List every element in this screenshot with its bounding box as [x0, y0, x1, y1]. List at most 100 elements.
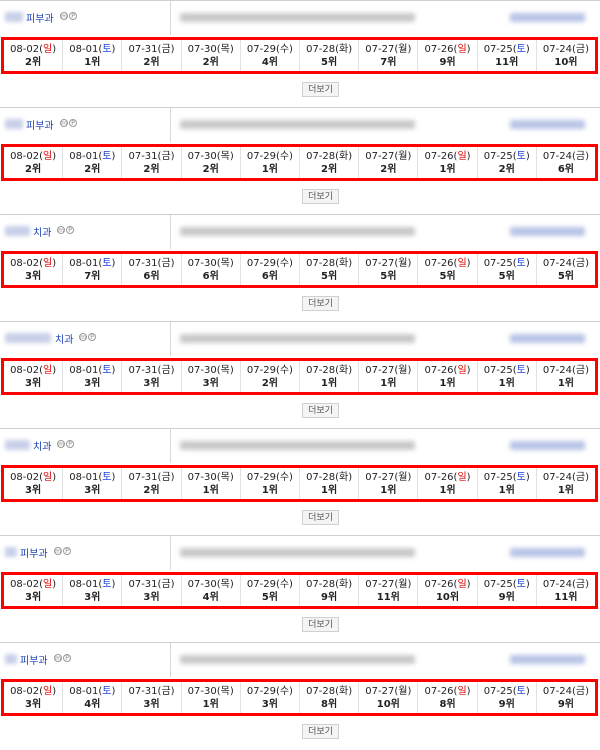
pc-badge-icon: P [66, 226, 74, 234]
more-button[interactable]: 더보기 [302, 510, 339, 525]
day-of-week: 금 [161, 365, 171, 376]
date-md: 07-31 [128, 579, 158, 590]
rank-cell: 07-28(화) 2위 [300, 147, 360, 178]
entry-header: 피부과 m P [0, 1, 600, 35]
rank-cell: 07-27(월) 11위 [359, 575, 419, 606]
rank-date: 07-28(화) [306, 472, 353, 483]
rank-cell: 07-25(토) 11위 [478, 40, 537, 71]
day-of-week: 수 [279, 686, 290, 697]
rank-cell: 07-26(일) 1위 [418, 147, 478, 178]
date-md: 07-26 [424, 365, 454, 376]
rank-date: 08-02(일) [10, 686, 57, 697]
day-of-week: 토 [102, 365, 112, 376]
rank-date: 07-27(월) [365, 151, 412, 162]
day-of-week: 금 [161, 44, 171, 55]
rank-value: 9위 [557, 699, 575, 710]
clinic-name-redacted [5, 12, 23, 22]
day-of-week: 월 [398, 258, 408, 269]
rank-date: 07-30(목) [187, 686, 234, 697]
day-of-week: 월 [398, 686, 408, 697]
date-md: 07-24 [542, 365, 572, 376]
clinic-name-redacted [5, 654, 17, 664]
url-redacted[interactable] [180, 227, 415, 236]
day-of-week: 토 [102, 151, 112, 162]
rank-cell: 07-26(일) 9위 [418, 40, 478, 71]
date-md: 07-29 [246, 365, 276, 376]
url-redacted[interactable] [180, 13, 415, 22]
more-button[interactable]: 더보기 [302, 724, 339, 739]
rank-value: 2위 [143, 57, 160, 68]
rank-value: 3위 [25, 271, 42, 282]
link-redacted[interactable] [510, 441, 585, 450]
rank-cell: 07-25(토) 5위 [478, 254, 537, 285]
day-of-week: 목 [220, 365, 230, 376]
date-md: 07-31 [128, 365, 158, 376]
rank-value: 9위 [498, 699, 515, 710]
url-redacted[interactable] [180, 441, 415, 450]
url-redacted[interactable] [180, 120, 415, 129]
clinic-category[interactable]: 피부과 [26, 10, 54, 25]
day-of-week: 토 [516, 44, 526, 55]
rank-date: 07-30(목) [187, 472, 234, 483]
rank-date: 07-24(금) [542, 44, 589, 55]
day-of-week: 일 [43, 365, 53, 376]
url-redacted[interactable] [180, 548, 415, 557]
day-of-week: 화 [339, 365, 349, 376]
more-button[interactable]: 더보기 [302, 82, 339, 97]
rank-cell: 08-01(토) 3위 [63, 361, 123, 392]
date-md: 07-30 [187, 258, 217, 269]
date-md: 07-28 [306, 365, 336, 376]
link-redacted[interactable] [510, 655, 585, 664]
more-button[interactable]: 더보기 [302, 617, 339, 632]
more-button[interactable]: 더보기 [302, 403, 339, 418]
rank-value: 4위 [261, 57, 278, 68]
more-button[interactable]: 더보기 [302, 189, 339, 204]
day-of-week: 금 [575, 472, 586, 483]
rank-date: 07-25(토) [483, 44, 530, 55]
rank-value: 1위 [439, 164, 456, 175]
rank-value: 1위 [380, 485, 397, 496]
clinic-category[interactable]: 피부과 [20, 545, 48, 560]
pc-badge-icon: P [63, 547, 71, 555]
clinic-category[interactable]: 피부과 [26, 117, 54, 132]
mobile-badge-icon: m [79, 333, 87, 341]
clinic-name-redacted [5, 333, 51, 343]
rank-date: 07-30(목) [187, 579, 234, 590]
day-of-week: 토 [516, 365, 526, 376]
link-redacted[interactable] [510, 548, 585, 557]
rank-date: 07-28(화) [306, 44, 353, 55]
rank-date: 07-28(화) [306, 579, 353, 590]
date-md: 07-27 [365, 472, 395, 483]
rank-value: 10위 [435, 592, 460, 603]
url-redacted[interactable] [180, 334, 415, 343]
date-md: 07-26 [424, 686, 454, 697]
day-of-week: 토 [516, 472, 526, 483]
link-redacted[interactable] [510, 227, 585, 236]
more-button[interactable]: 더보기 [302, 296, 339, 311]
rank-value: 1위 [202, 485, 219, 496]
clinic-category[interactable]: 치과 [55, 331, 73, 346]
rank-date: 08-01(토) [69, 579, 116, 590]
day-of-week: 금 [161, 579, 171, 590]
rank-date: 07-29(수) [246, 258, 293, 269]
link-redacted[interactable] [510, 120, 585, 129]
link-redacted[interactable] [510, 334, 585, 343]
rank-cell: 07-28(화) 1위 [300, 468, 360, 499]
rank-date: 07-24(금) [542, 579, 589, 590]
link-redacted[interactable] [510, 13, 585, 22]
clinic-name-redacted [5, 547, 17, 557]
rank-cell: 07-30(목) 4위 [182, 575, 241, 606]
column-divider [170, 215, 171, 249]
day-of-week: 일 [43, 686, 53, 697]
rank-cell: 07-31(금) 2위 [122, 147, 182, 178]
clinic-category[interactable]: 치과 [33, 224, 51, 239]
date-md: 07-24 [542, 472, 572, 483]
rank-value: 3위 [25, 485, 42, 496]
clinic-category[interactable]: 치과 [33, 438, 51, 453]
rank-cell: 07-27(월) 7위 [359, 40, 419, 71]
url-redacted[interactable] [180, 655, 415, 664]
rank-date: 08-02(일) [10, 579, 57, 590]
rank-value: 2위 [202, 164, 219, 175]
rank-date: 07-25(토) [483, 472, 530, 483]
clinic-category[interactable]: 피부과 [20, 652, 48, 667]
